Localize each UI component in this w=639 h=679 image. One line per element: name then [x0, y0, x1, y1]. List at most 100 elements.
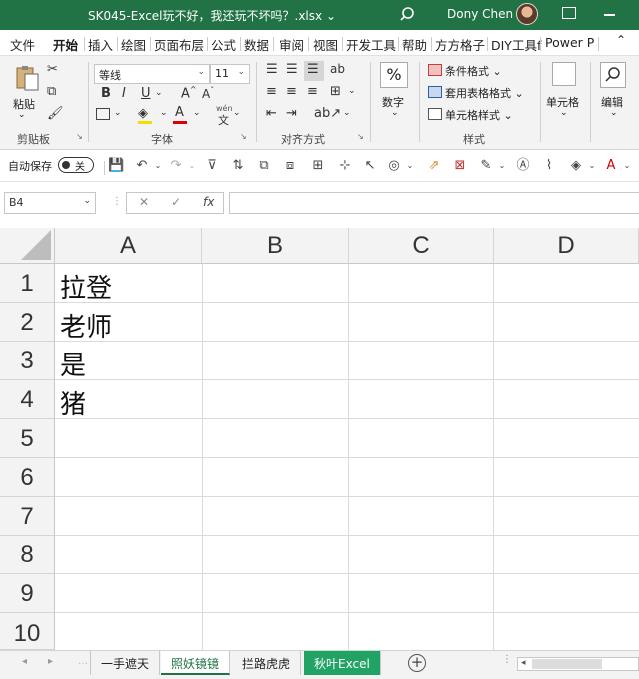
tab-diy-toolbox[interactable]: DIY工具f [491, 35, 541, 54]
row-header-3[interactable]: 3 [0, 342, 55, 380]
bold-button[interactable]: B [101, 86, 111, 101]
tab-data[interactable]: 数据 [244, 35, 269, 54]
edit-comment-icon[interactable]: ✎ [478, 158, 494, 174]
borders-icon[interactable] [96, 108, 110, 120]
font-size-combo[interactable]: 11 ⌄ [210, 64, 250, 84]
sheet-tab-3[interactable]: 拦路虎虎 [232, 651, 302, 675]
avatar[interactable] [516, 3, 538, 25]
worksheet-grid[interactable]: A B C D 1 2 3 4 5 6 7 8 9 10 拉登 老师 是 猪 [0, 228, 639, 650]
filter-icon[interactable]: ⊽ [204, 158, 220, 174]
cancel-icon[interactable]: ✕ [139, 195, 149, 209]
textbox-icon[interactable]: Ⓐ [515, 158, 531, 174]
undo-icon[interactable]: ↶ [134, 158, 150, 174]
cell-a4[interactable]: 猪 [60, 384, 86, 421]
find-icon[interactable] [600, 62, 626, 88]
row-header-4[interactable]: 4 [0, 380, 55, 419]
tab-draw[interactable]: 绘图 [121, 35, 146, 54]
alignment-launcher-icon[interactable]: ↘ [357, 132, 364, 141]
fill-color-icon[interactable]: ◈ [138, 106, 148, 121]
row-header-6[interactable]: 6 [0, 458, 55, 497]
tab-view[interactable]: 视图 [313, 35, 338, 54]
sheet-nav-next-icon[interactable]: ▸ [48, 656, 53, 667]
merge-center-icon[interactable]: ⊞ [330, 84, 341, 99]
pointer-icon[interactable]: ↖ [362, 158, 378, 174]
add-sheet-icon[interactable]: + [408, 654, 426, 672]
fill-dropdown-icon[interactable]: ⌄ [160, 108, 168, 118]
minimize-icon[interactable] [604, 14, 615, 16]
merge-dropdown-icon[interactable]: ⌄ [348, 86, 356, 96]
font-color-qat-icon[interactable]: A [603, 158, 619, 174]
shapes-dropdown-icon[interactable]: ⌄ [402, 158, 418, 174]
grow-font-button[interactable]: A^ [181, 85, 197, 101]
italic-button[interactable]: I [122, 86, 126, 101]
borders-dropdown-icon[interactable]: ⌄ [114, 108, 122, 118]
select-region-icon[interactable]: ⊹ [337, 158, 353, 174]
tab-insert[interactable]: 插入 [88, 35, 113, 54]
align-bottom-icon[interactable]: ☰ [307, 62, 319, 77]
shrink-font-button[interactable]: Aˇ [202, 86, 214, 101]
cell-a1[interactable]: 拉登 [60, 268, 112, 305]
format-painter-icon[interactable]: 🖌 [47, 106, 64, 121]
font-color-button[interactable]: A [175, 105, 184, 120]
clipboard-launcher-icon[interactable]: ↘ [76, 132, 83, 141]
orientation-dropdown-icon[interactable]: ⌄ [343, 108, 351, 118]
font-color-dropdown-icon[interactable]: ⌄ [193, 108, 201, 118]
column-header-c[interactable]: C [349, 228, 494, 264]
comment-dropdown-icon[interactable]: ⌄ [494, 158, 510, 174]
conditional-format-button[interactable]: 条件格式 ⌄ [445, 63, 502, 79]
fill-color-qat-icon[interactable]: ◈ [568, 158, 584, 174]
tab-formulas[interactable]: 公式 [211, 35, 236, 54]
redo-dropdown-icon[interactable]: ⌄ [184, 158, 200, 174]
cells-icon[interactable] [552, 62, 576, 86]
row-header-7[interactable]: 7 [0, 497, 55, 536]
copy-icon[interactable]: ⧉ [47, 84, 56, 99]
undo-dropdown-icon[interactable]: ⌄ [150, 158, 166, 174]
brush-icon[interactable]: ⌇ [541, 158, 557, 174]
font-name-combo[interactable]: 等线 ⌄ [94, 64, 210, 84]
format-as-table-button[interactable]: 套用表格格式 ⌄ [445, 85, 524, 101]
cut-icon[interactable]: ✂ [47, 62, 58, 77]
sheet-tab-2[interactable]: 照妖镜镜 [161, 651, 231, 675]
column-header-d[interactable]: D [494, 228, 639, 264]
underline-dropdown-icon[interactable]: ⌄ [155, 88, 163, 98]
scrollbar-thumb[interactable] [532, 659, 602, 669]
save-icon[interactable]: 💾 [108, 158, 124, 174]
shapes-icon[interactable]: ◎ [386, 158, 402, 174]
row-header-10[interactable]: 10 [0, 613, 55, 650]
align-middle-icon[interactable]: ☰ [286, 62, 298, 77]
paste-dropdown-icon[interactable]: ⌄ [18, 110, 26, 120]
cells-dropdown-icon[interactable]: ⌄ [560, 108, 568, 118]
sheet-tab-4[interactable]: 秋叶Excel [304, 651, 381, 675]
cell-styles-button[interactable]: 单元格样式 ⌄ [445, 107, 513, 123]
name-box[interactable]: B4 ⌄ [4, 192, 96, 214]
align-left-icon[interactable]: ≡ [266, 84, 277, 99]
delete-sheet-icon[interactable]: ⊠ [452, 158, 468, 174]
enter-icon[interactable]: ✓ [171, 195, 181, 209]
splitter-handle-icon[interactable]: ⋮ [112, 196, 122, 207]
cell-a2[interactable]: 老师 [60, 307, 112, 344]
window-title[interactable]: SK045-Excel玩不好，我还玩不坏吗？.xlsx ⌄ [88, 7, 336, 24]
editing-dropdown-icon[interactable]: ⌄ [610, 108, 618, 118]
insert-function-icon[interactable]: fx [203, 195, 214, 209]
number-format-icon[interactable]: % [380, 62, 408, 88]
tab-power-pivot[interactable]: Power P [545, 35, 594, 50]
sort-icon[interactable]: ⇅ [230, 158, 246, 174]
align-center-icon[interactable]: ≡ [286, 84, 297, 99]
autosave-toggle[interactable]: 关 [58, 157, 94, 173]
row-header-1[interactable]: 1 [0, 264, 55, 303]
font-color-qat-dropdown-icon[interactable]: ⌄ [619, 158, 635, 174]
fill-color-qat-dropdown-icon[interactable]: ⌄ [584, 158, 600, 174]
underline-button[interactable]: U [141, 86, 151, 101]
horizontal-scrollbar[interactable]: ◂ [517, 657, 639, 671]
tab-file[interactable]: 文件 [10, 35, 35, 54]
tab-fangfang[interactable]: 方方格子 [435, 35, 485, 54]
collapse-ribbon-icon[interactable]: ⌃ [616, 33, 626, 47]
select-all-button[interactable] [0, 228, 55, 264]
orientation-icon[interactable]: ab↗ [314, 106, 341, 121]
scroll-left-icon[interactable]: ◂ [521, 658, 526, 668]
insert-row-icon[interactable]: ⊞ [310, 158, 326, 174]
increase-indent-icon[interactable]: ⇥ [286, 106, 297, 121]
sheet-nav-prev-icon[interactable]: ◂ [22, 656, 27, 667]
ribbon-display-options-icon[interactable] [562, 7, 576, 19]
redo-icon[interactable]: ↷ [168, 158, 184, 174]
